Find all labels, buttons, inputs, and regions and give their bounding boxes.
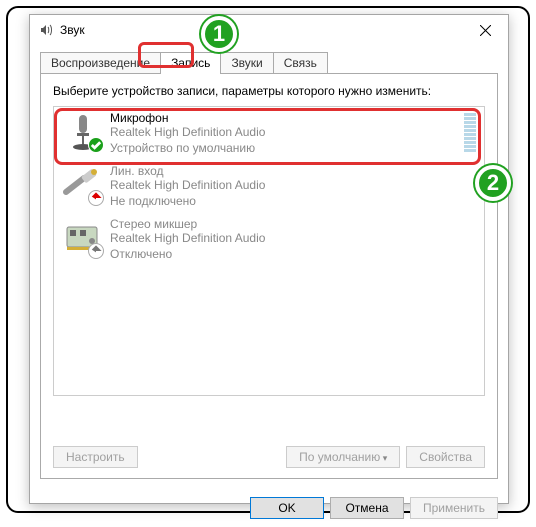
tab-recording[interactable]: Запись: [160, 52, 221, 74]
device-status: Отключено: [110, 247, 476, 263]
tab-strip: Воспроизведение Запись Звуки Связь: [40, 51, 498, 73]
device-item-stereo-mix[interactable]: Стерео микшер Realtek High Definition Au…: [54, 213, 484, 266]
cancel-button[interactable]: Отмена: [330, 497, 404, 519]
tab-sounds[interactable]: Звуки: [220, 52, 273, 73]
microphone-icon: [62, 111, 104, 153]
dialog-button-row: OK Отмена Применить: [30, 489, 508, 527]
tab-label: Звуки: [231, 56, 262, 70]
device-driver: Realtek High Definition Audio: [110, 231, 476, 247]
tab-playback[interactable]: Воспроизведение: [40, 52, 161, 73]
sound-dialog: Звук Воспроизведение Запись Звуки Связь …: [29, 14, 509, 504]
tab-button-row: Настроить По умолчанию Свойства: [53, 446, 485, 468]
device-list[interactable]: Микрофон Realtek High Definition Audio У…: [53, 106, 485, 396]
apply-button[interactable]: Применить: [410, 497, 498, 519]
tab-label: Воспроизведение: [51, 56, 150, 70]
sound-card-icon: [62, 217, 104, 259]
device-driver: Realtek High Definition Audio: [110, 178, 476, 194]
device-item-microphone[interactable]: Микрофон Realtek High Definition Audio У…: [54, 107, 484, 160]
ok-button[interactable]: OK: [250, 497, 324, 519]
titlebar[interactable]: Звук: [30, 15, 508, 45]
properties-button[interactable]: Свойства: [406, 446, 485, 468]
close-button[interactable]: [463, 15, 508, 45]
set-default-button[interactable]: По умолчанию: [286, 446, 400, 468]
tab-panel: Выберите устройство записи, параметры ко…: [40, 73, 498, 479]
speaker-icon: [38, 22, 54, 38]
line-in-icon: [62, 164, 104, 206]
annotation-step-2: 2: [475, 165, 511, 201]
device-driver: Realtek High Definition Audio: [110, 125, 460, 141]
device-name: Микрофон: [110, 111, 460, 125]
tab-label: Запись: [171, 56, 210, 70]
configure-button[interactable]: Настроить: [53, 446, 138, 468]
unplugged-icon: [88, 190, 104, 206]
instruction-text: Выберите устройство записи, параметры ко…: [53, 84, 485, 98]
device-name: Лин. вход: [110, 164, 476, 178]
window-title: Звук: [60, 23, 463, 37]
level-meter: [464, 113, 476, 152]
tab-communications[interactable]: Связь: [273, 52, 328, 73]
device-status: Устройство по умолчанию: [110, 141, 460, 157]
tab-label: Связь: [284, 56, 317, 70]
device-status: Не подключено: [110, 194, 476, 210]
default-check-icon: [88, 137, 104, 153]
device-item-line-in[interactable]: Лин. вход Realtek High Definition Audio …: [54, 160, 484, 213]
disabled-icon: [88, 243, 104, 259]
annotation-step-1: 1: [201, 16, 237, 52]
device-name: Стерео микшер: [110, 217, 476, 231]
